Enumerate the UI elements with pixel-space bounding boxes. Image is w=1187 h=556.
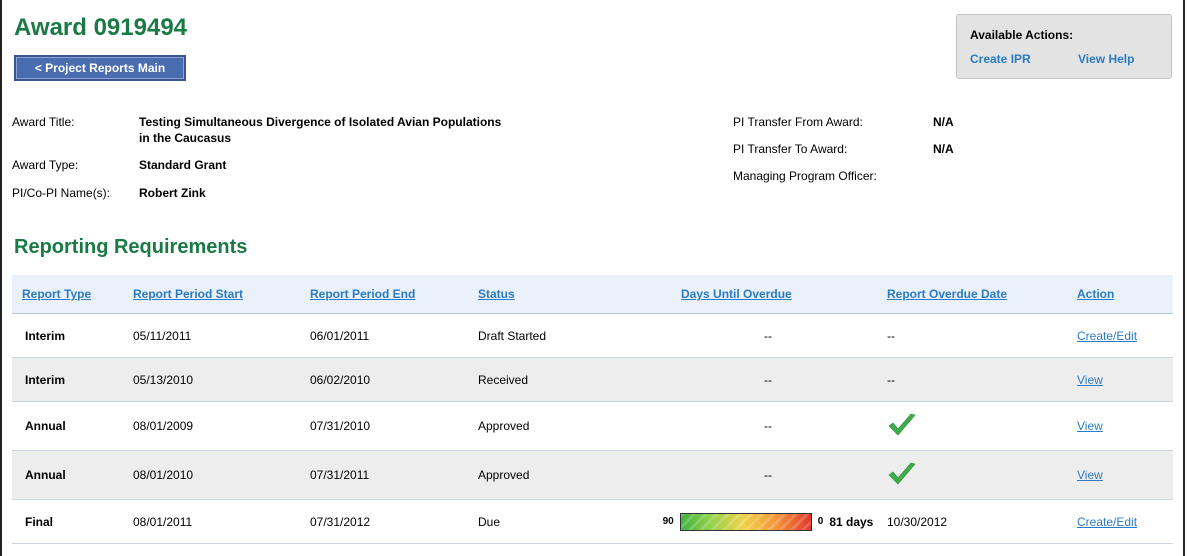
report-type-cell: Interim [12,313,133,358]
view-link[interactable]: View [1077,419,1103,433]
view-link[interactable]: View [1077,373,1103,387]
report-type-cell: Annual [12,450,133,500]
period-start-cell: 08/01/2011 [133,499,310,544]
days-until-overdue-cell: -- [649,357,887,402]
period-start-cell: 05/13/2010 [133,357,310,402]
col-action[interactable]: Action [1077,275,1173,314]
gauge-max-label: 0 [817,516,824,527]
award-title-label: Award Title: [12,115,75,129]
period-start-cell: 08/01/2009 [133,401,310,451]
pi-transfer-from-label: PI Transfer From Award: [733,115,863,129]
days-until-overdue-cell: -- [649,450,887,500]
create-edit-link[interactable]: Create/Edit [1077,515,1137,529]
period-end-cell: 07/31/2010 [310,401,478,451]
gauge-min-label: 90 [662,516,674,527]
project-reports-main-button[interactable]: < Project Reports Main [14,55,186,81]
status-cell: Draft Started [478,313,649,358]
table-row: Annual 08/01/2009 07/31/2010 Approved --… [12,401,1173,451]
page-title: Award 0919494 [14,14,188,41]
report-type-cell: Annual [12,401,133,451]
pi-name-label: PI/Co-PI Name(s): [12,186,111,200]
status-cell: Approved [478,401,649,451]
days-until-overdue-cell: 90 0 81 days [649,499,887,544]
overdue-date-cell: -- [887,313,1077,358]
available-actions-panel: Available Actions: Create IPR View Help [956,14,1172,79]
col-report-overdue-date[interactable]: Report Overdue Date [887,275,1077,314]
col-report-period-start[interactable]: Report Period Start [133,275,310,314]
period-end-cell: 07/31/2012 [310,499,478,544]
view-link[interactable]: View [1077,468,1103,482]
managing-program-officer-label: Managing Program Officer: [733,169,877,183]
pi-transfer-to-label: PI Transfer To Award: [733,142,848,156]
overdue-date-cell: 10/30/2012 [887,499,1077,544]
period-end-cell: 06/02/2010 [310,357,478,402]
table-row: Interim 05/11/2011 06/01/2011 Draft Star… [12,313,1173,358]
col-days-until-overdue[interactable]: Days Until Overdue [649,275,887,314]
available-actions-title: Available Actions: [970,28,1074,42]
pi-transfer-to-value: N/A [933,142,954,156]
award-title-value-line2: in the Caucasus [139,131,232,145]
status-cell: Received [478,357,649,402]
table-row: Final 08/01/2011 07/31/2012 Due 90 0 81 … [12,499,1173,544]
checkmark-icon [888,413,916,435]
report-type-cell: Interim [12,357,133,402]
overdue-date-cell [887,450,1077,500]
col-report-type[interactable]: Report Type [12,275,133,314]
status-cell: Approved [478,450,649,500]
days-remaining-label: 81 days [829,514,874,529]
reporting-requirements-table: Report Type Report Period Start Report P… [12,275,1173,544]
report-type-cell: Final [12,499,133,544]
days-gauge: 90 0 81 days [662,512,874,531]
days-until-overdue-cell: -- [649,313,887,358]
col-report-period-end[interactable]: Report Period End [310,275,478,314]
create-edit-link[interactable]: Create/Edit [1077,329,1137,343]
overdue-date-cell [887,401,1077,451]
award-type-label: Award Type: [12,158,79,172]
table-row: Annual 08/01/2010 07/31/2011 Approved --… [12,450,1173,500]
award-type-value: Standard Grant [139,158,227,172]
col-status[interactable]: Status [478,275,649,314]
pi-name-value: Robert Zink [139,186,206,200]
view-help-link[interactable]: View Help [1078,52,1134,66]
days-until-overdue-cell: -- [649,401,887,451]
table-header-row: Report Type Report Period Start Report P… [12,275,1173,314]
award-title-value: Testing Simultaneous Divergence of Isola… [139,115,502,129]
period-end-cell: 06/01/2011 [310,313,478,358]
overdue-date-cell: -- [887,357,1077,402]
reporting-requirements-heading: Reporting Requirements [14,236,248,258]
period-start-cell: 08/01/2010 [133,450,310,500]
pi-transfer-from-value: N/A [933,115,954,129]
gauge-bar [679,512,812,531]
checkmark-icon [888,462,916,484]
status-cell: Due [478,499,649,544]
period-start-cell: 05/11/2011 [133,313,310,358]
create-ipr-link[interactable]: Create IPR [970,52,1031,66]
period-end-cell: 07/31/2011 [310,450,478,500]
table-row: Interim 05/13/2010 06/02/2010 Received -… [12,357,1173,402]
